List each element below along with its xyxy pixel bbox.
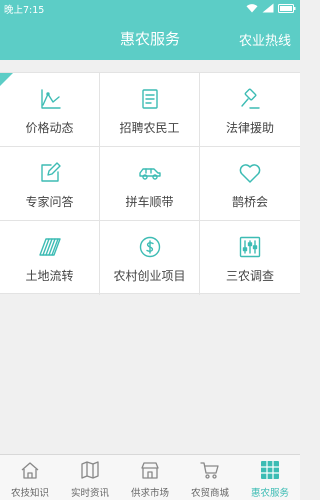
edit-icon [41,162,61,182]
grid-item-price-trend[interactable]: 价格动态 [0,73,100,147]
grid-item-label: 专家问答 [25,195,74,209]
grid-item-label: 价格动态 [25,121,74,135]
tab-agri-mall[interactable]: 农贸商城 [180,455,240,500]
price-trend-icon [41,89,61,109]
grid-item-legal-aid[interactable]: 法律援助 [200,73,300,147]
grid-item-carpool[interactable]: 拼车顺带 [100,147,200,221]
grid-item-matchmaking[interactable]: 鹊桥会 [200,147,300,221]
signal-icon [262,3,274,13]
grid-item-label: 三农调查 [225,269,274,283]
grid-item-land-transfer[interactable]: 土地流转 [0,221,100,295]
tab-label: 农技知识 [10,488,49,499]
bottom-tab-bar: 农技知识 实时资讯 供求市场 农贸商城 惠农服务 [0,454,300,500]
hotline-button[interactable]: 农业热线 [239,30,291,49]
market-icon [141,462,159,479]
recruit-icon [142,89,158,109]
tab-agri-knowledge[interactable]: 农技知识 [0,455,60,500]
status-bar: 晚上7:15 [0,0,300,18]
grid-item-label: 拼车顺带 [125,195,174,209]
grid-item-label: 土地流转 [25,269,74,283]
grid-icon [261,461,279,479]
grid-item-label: 法律援助 [225,121,274,135]
grid-item-label: 鹊桥会 [231,195,268,209]
tab-agri-services[interactable]: 惠农服务 [240,455,300,500]
tab-label: 惠农服务 [250,488,289,499]
tab-label: 农贸商城 [190,488,229,499]
tab-realtime-news[interactable]: 实时资讯 [60,455,120,500]
status-time: 晚上7:15 [4,5,45,16]
tab-label: 实时资讯 [70,488,109,499]
hot-ribbon-icon [0,73,13,86]
grid-item-label: 农村创业项目 [113,269,186,283]
grid-item-expert-qa[interactable]: 专家问答 [0,147,100,221]
tab-supply-market[interactable]: 供求市场 [120,455,180,500]
dollar-coin-icon [139,236,161,258]
grid-item-survey[interactable]: 三农调查 [200,221,300,295]
car-icon [139,168,161,180]
header: 惠农服务 农业热线 [0,18,300,60]
land-icon [39,238,61,256]
cart-icon [200,462,219,479]
map-icon [81,461,99,479]
wifi-icon [246,4,258,13]
tab-label: 供求市场 [130,488,169,499]
home-icon [21,462,39,479]
service-grid: 价格动态 招聘农民工 法律援助 专家问答 拼车顺带 鹊桥会 土地流转 农村创业项… [0,72,300,295]
status-icons [246,3,296,13]
grid-item-recruit[interactable]: 招聘农民工 [100,73,200,147]
heart-icon [239,164,261,183]
grid-item-label: 招聘农民工 [119,121,180,135]
survey-icon [239,236,261,258]
gavel-icon [241,88,260,109]
battery-icon [278,3,296,13]
grid-item-rural-startup[interactable]: 农村创业项目 [100,221,200,295]
